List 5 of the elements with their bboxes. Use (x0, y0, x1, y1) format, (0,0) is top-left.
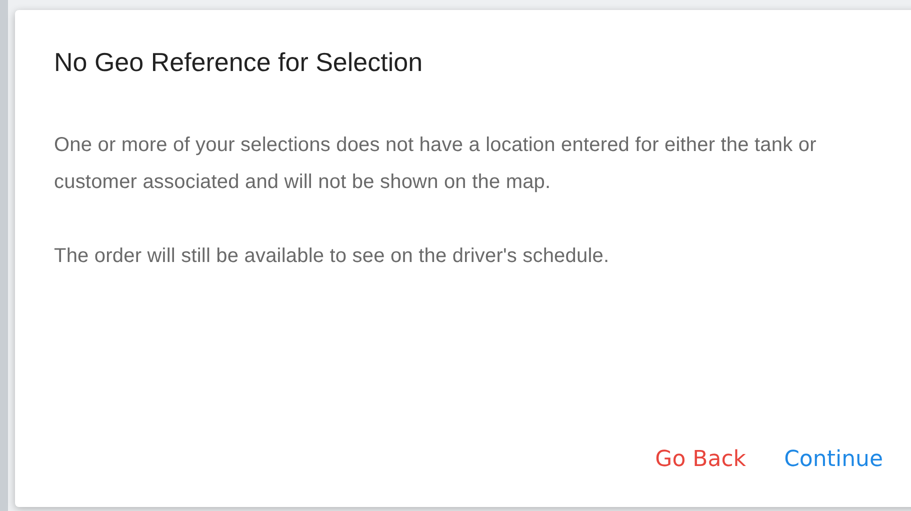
dialog-message: One or more of your selections does not have a location entered for either the tank or customer associated and will not be shown on the map. (54, 133, 818, 195)
dialog-title: No Geo Reference for Selection (54, 46, 424, 78)
dialog-message: The order will still be available to see on the driver's schedule. (54, 244, 610, 269)
go-back-button[interactable]: Go Back (653, 443, 748, 476)
continue-button[interactable]: Continue (782, 443, 885, 476)
